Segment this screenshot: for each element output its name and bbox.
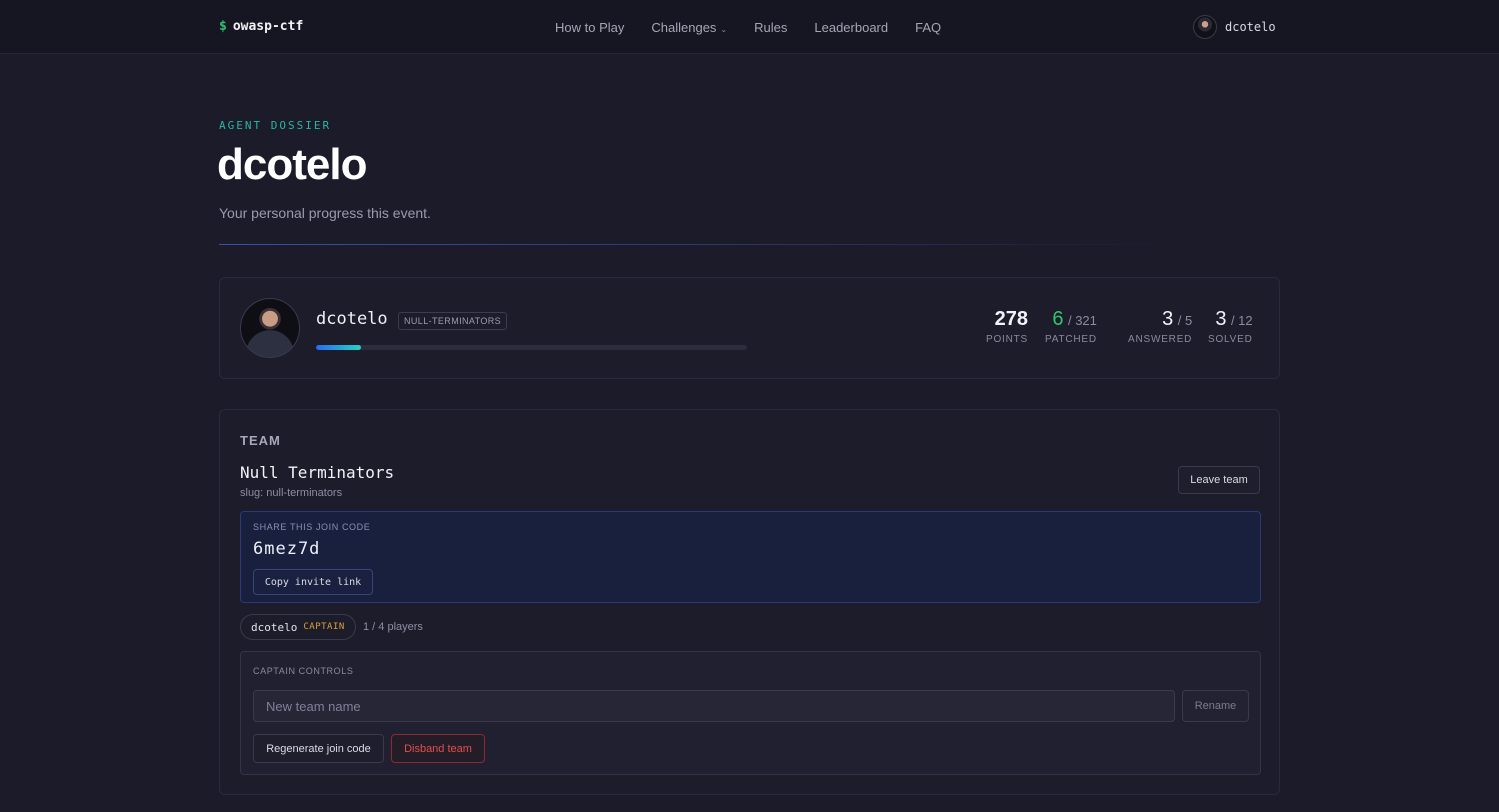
- nav-item-challenges[interactable]: Challenges ⌄: [651, 20, 727, 35]
- join-code-panel: SHARE THIS JOIN CODE 6mez7d Copy invite …: [240, 511, 1261, 603]
- team-name-input[interactable]: [253, 690, 1175, 722]
- copy-invite-link-button[interactable]: Copy invite link: [253, 569, 373, 595]
- stat-solved: 3 / 12 SOLVED: [1208, 308, 1253, 345]
- profile-card: dcotelo NULL-TERMINATORS 278 POINTS 6 / …: [219, 277, 1280, 379]
- team-section-title: TEAM: [240, 433, 281, 448]
- profile-name: dcotelo: [316, 309, 388, 329]
- page-eyebrow: AGENT DOSSIER: [219, 119, 332, 132]
- rename-button[interactable]: Rename: [1182, 690, 1249, 722]
- stat-points: 278 POINTS: [986, 308, 1028, 345]
- user-menu[interactable]: dcotelo: [1193, 15, 1276, 39]
- nav-item-rules[interactable]: Rules: [754, 20, 787, 35]
- nav-item-faq[interactable]: FAQ: [915, 20, 941, 35]
- user-menu-name: dcotelo: [1225, 20, 1276, 34]
- profile-avatar: [240, 298, 300, 358]
- member-chip: dcotelo CAPTAIN: [240, 614, 356, 640]
- stat-solved-total: 12: [1238, 313, 1253, 328]
- nav-item-leaderboard[interactable]: Leaderboard: [814, 20, 888, 35]
- join-code-label: SHARE THIS JOIN CODE: [253, 522, 371, 532]
- player-count: 1 / 4 players: [363, 621, 423, 633]
- regenerate-join-code-button[interactable]: Regenerate join code: [253, 734, 384, 763]
- page-subtitle: Your personal progress this event.: [219, 205, 431, 221]
- nav-item-challenges-label: Challenges: [651, 20, 717, 35]
- stat-points-label: POINTS: [986, 334, 1029, 345]
- disband-team-button[interactable]: Disband team: [391, 734, 485, 763]
- chevron-down-icon: ⌄: [720, 25, 728, 34]
- member-name: dcotelo: [251, 620, 298, 634]
- stat-answered-total: 5: [1184, 313, 1193, 328]
- stat-patched: 6 / 321 PATCHED: [1045, 308, 1097, 345]
- join-code[interactable]: 6mez7d: [253, 539, 320, 559]
- stat-answered-label: ANSWERED: [1128, 334, 1193, 345]
- stat-solved-value: 3: [1215, 308, 1227, 330]
- brand-name: owasp-ctf: [232, 19, 304, 34]
- nav-item-how-to-play[interactable]: How to Play: [555, 20, 624, 35]
- progress-bar-fill: [316, 345, 362, 350]
- leave-team-button[interactable]: Leave team: [1178, 466, 1260, 494]
- team-slug: slug: null-terminators: [240, 487, 343, 499]
- stat-answered: 3 / 5 ANSWERED: [1128, 308, 1193, 345]
- captain-controls: CAPTAIN CONTROLS Rename Regenerate join …: [240, 651, 1261, 775]
- progress-bar: [316, 345, 747, 350]
- stat-patched-total: 321: [1075, 313, 1097, 328]
- stat-answered-value: 3: [1162, 308, 1174, 330]
- main-nav: How to Play Challenges ⌄ Rules Leaderboar…: [555, 20, 941, 35]
- user-avatar: [1193, 15, 1217, 39]
- team-name: Null Terminators: [240, 463, 395, 482]
- team-card: TEAM Null Terminators slug: null-termina…: [219, 409, 1280, 795]
- stat-solved-label: SOLVED: [1208, 334, 1253, 345]
- brand-logo[interactable]: $ owasp-ctf: [219, 19, 303, 34]
- page-title: dcotelo: [217, 140, 367, 189]
- stat-points-value: 278: [994, 308, 1029, 330]
- stat-patched-value: 6: [1052, 308, 1064, 330]
- brand-symbol: $: [219, 19, 227, 34]
- top-navbar: $ owasp-ctf How to Play Challenges ⌄ Rules…: [0, 0, 1499, 54]
- team-tag-badge[interactable]: NULL-TERMINATORS: [398, 312, 508, 330]
- hero-divider: [219, 244, 1179, 245]
- captain-badge: CAPTAIN: [303, 622, 345, 632]
- captain-controls-label: CAPTAIN CONTROLS: [253, 666, 354, 676]
- stat-patched-label: PATCHED: [1045, 334, 1097, 345]
